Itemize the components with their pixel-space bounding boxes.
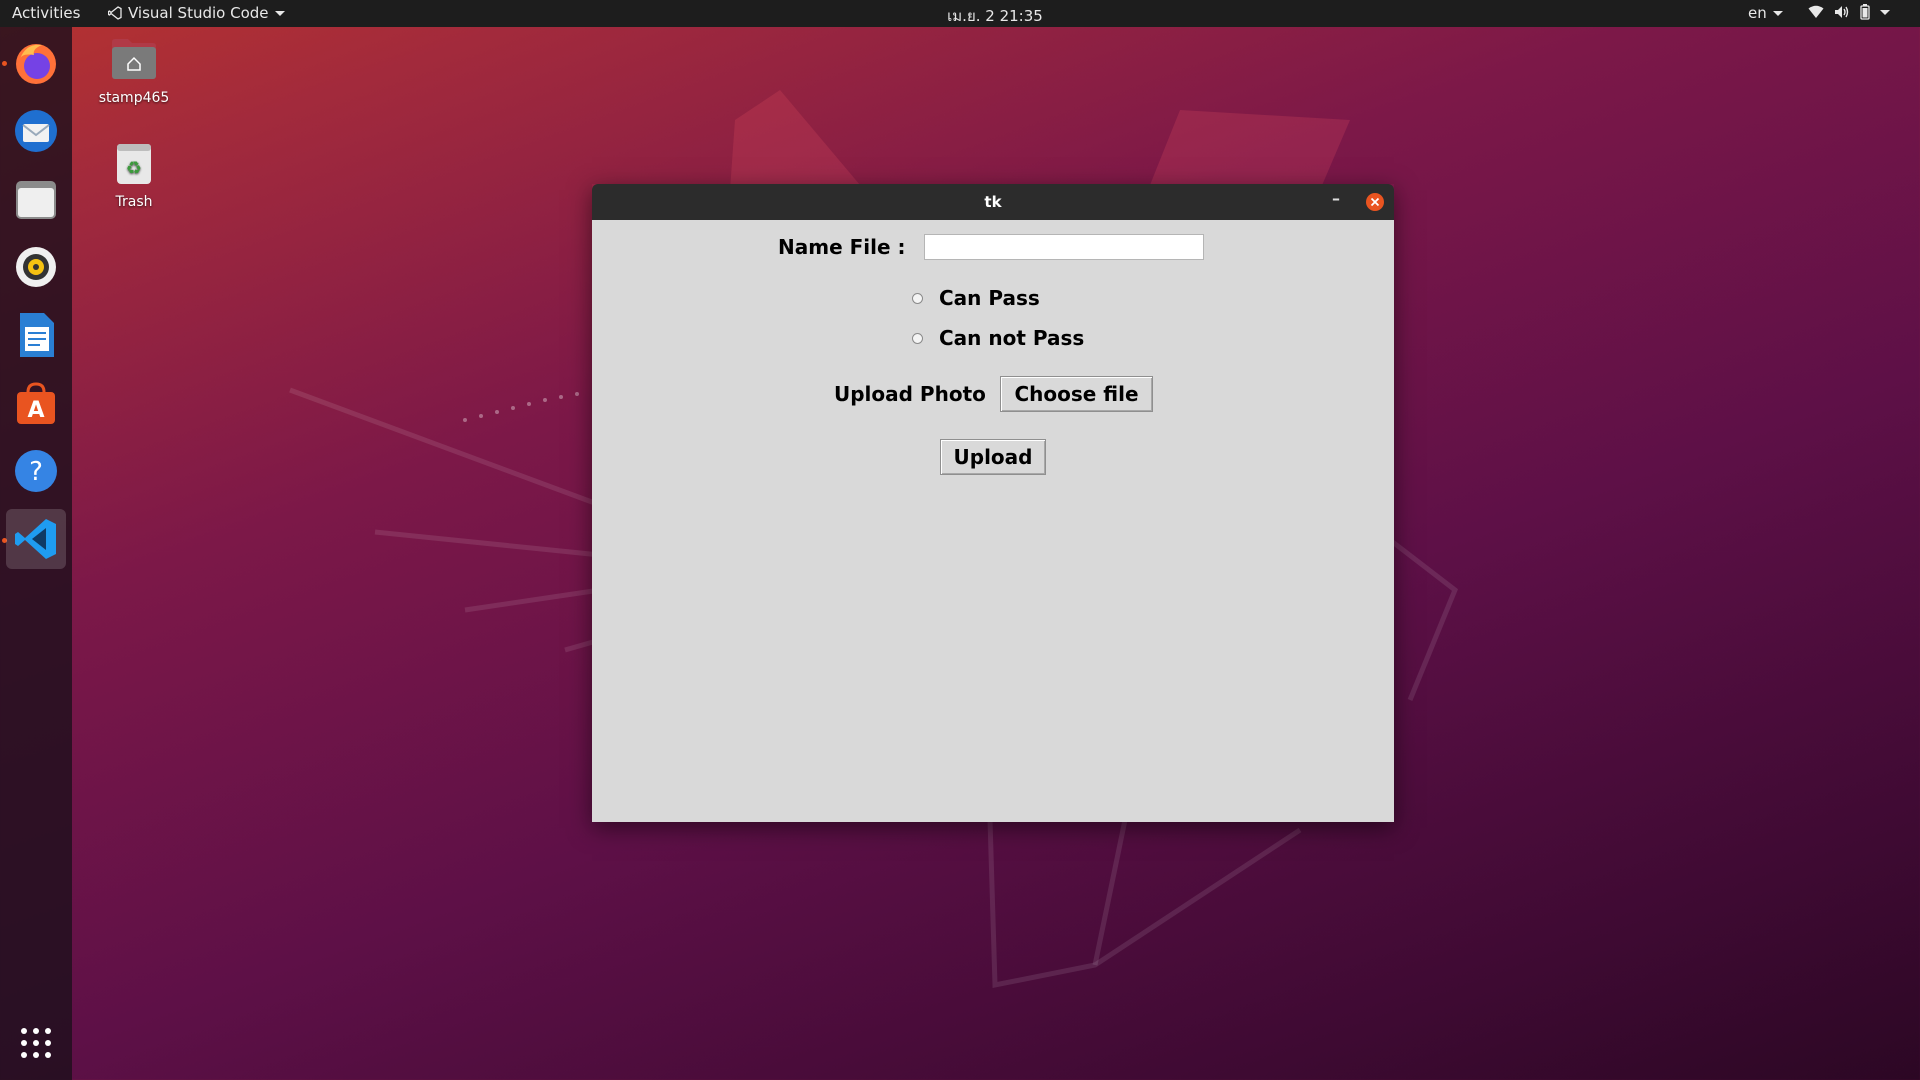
chevron-down-icon bbox=[1772, 10, 1783, 16]
volume-icon bbox=[1835, 6, 1849, 18]
radio-can-not-pass-label: Can not Pass bbox=[939, 326, 1085, 350]
name-file-label: Name File : bbox=[778, 235, 906, 259]
writer-icon bbox=[20, 313, 54, 357]
dock: A ? bbox=[0, 27, 72, 1080]
dock-item-software[interactable]: A bbox=[6, 373, 66, 433]
window-title: tk bbox=[984, 193, 1002, 211]
wifi-icon bbox=[1808, 5, 1824, 18]
chevron-down-icon bbox=[1880, 9, 1890, 15]
dock-item-firefox[interactable] bbox=[6, 33, 66, 93]
dock-item-rhythmbox[interactable] bbox=[6, 237, 66, 297]
top-bar: Activities Visual Studio Code เม.ย. 2 21… bbox=[0, 0, 1920, 27]
battery-icon bbox=[1860, 4, 1870, 20]
radio-indicator[interactable] bbox=[912, 292, 923, 304]
dock-item-vscode[interactable] bbox=[6, 509, 66, 569]
clock[interactable]: เม.ย. 2 21:35 bbox=[0, 4, 1920, 28]
home-folder-label: stamp465 bbox=[98, 90, 170, 106]
trash-label: Trash bbox=[115, 194, 153, 210]
radio-indicator[interactable] bbox=[912, 332, 923, 344]
home-folder-icon bbox=[89, 36, 179, 86]
dock-item-thunderbird[interactable] bbox=[6, 101, 66, 161]
help-icon: ? bbox=[15, 450, 57, 492]
radio-can-pass-label: Can Pass bbox=[939, 286, 1040, 310]
minimize-button[interactable]: – bbox=[1332, 189, 1340, 208]
svg-text:A: A bbox=[27, 398, 44, 423]
rhythmbox-icon bbox=[16, 247, 56, 287]
files-icon bbox=[16, 181, 56, 219]
vscode-icon bbox=[15, 519, 56, 559]
close-button[interactable] bbox=[1366, 193, 1384, 211]
close-icon bbox=[1370, 197, 1380, 207]
thunderbird-icon bbox=[15, 110, 57, 152]
upload-button[interactable]: Upload bbox=[940, 439, 1046, 475]
tk-window: tk – Name File : Can Pass Can not Pass U… bbox=[592, 184, 1394, 822]
system-tray[interactable] bbox=[1808, 4, 1890, 20]
dock-item-help[interactable]: ? bbox=[6, 441, 66, 501]
show-applications-button[interactable] bbox=[6, 1013, 66, 1073]
firefox-icon bbox=[16, 44, 56, 84]
desktop-home-folder[interactable]: stamp465 bbox=[89, 36, 179, 106]
choose-file-button[interactable]: Choose file bbox=[1000, 376, 1153, 412]
show-applications-icon bbox=[21, 1028, 51, 1058]
radio-can-not-pass[interactable]: Can not Pass bbox=[912, 326, 1084, 350]
desktop-trash[interactable]: ♻ Trash bbox=[89, 140, 179, 210]
window-content: Name File : Can Pass Can not Pass Upload… bbox=[592, 220, 1394, 822]
svg-text:?: ? bbox=[29, 457, 43, 487]
name-file-input[interactable] bbox=[924, 234, 1204, 260]
dock-item-writer[interactable] bbox=[6, 305, 66, 365]
radio-can-pass[interactable]: Can Pass bbox=[912, 286, 1040, 310]
dock-item-files[interactable] bbox=[6, 169, 66, 229]
software-icon: A bbox=[17, 382, 55, 424]
upload-photo-label: Upload Photo bbox=[834, 382, 986, 406]
language-selector[interactable]: en bbox=[1748, 4, 1783, 22]
svg-text:♻: ♻ bbox=[126, 158, 142, 179]
trash-icon: ♻ bbox=[89, 140, 179, 190]
window-titlebar[interactable]: tk – bbox=[592, 184, 1394, 220]
language-label: en bbox=[1748, 4, 1767, 22]
